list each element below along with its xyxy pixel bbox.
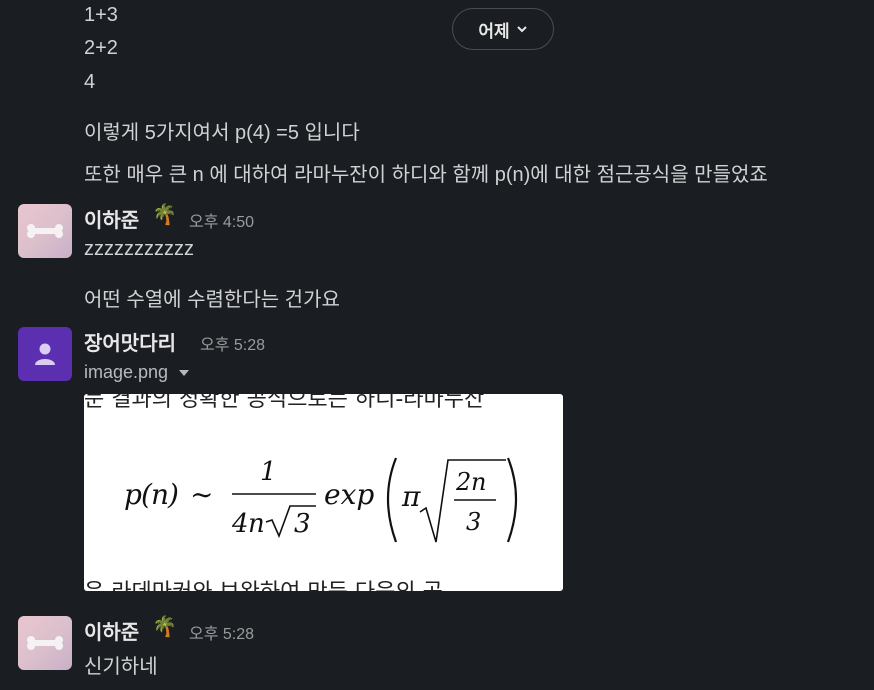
message-line: zzzzzzzzzzz [84,238,194,260]
image-attachment[interactable]: 문 결과의 정확한 공식으로는 하디-라마누잔 p ( n ) ∼ 1 4 n … [84,394,563,591]
author-name[interactable]: 장어맛다리 [84,327,176,356]
svg-text:π: π [401,480,421,513]
svg-text:3: 3 [466,508,481,536]
avatar[interactable] [18,204,72,258]
file-name: image.png [84,362,169,382]
bone-icon [27,636,63,650]
svg-text:exp: exp [324,478,374,511]
palm-tree-icon: 🌴 [152,616,177,638]
message-line: 4 [84,71,96,93]
message-timestamp[interactable]: 오후 5:28 [200,331,265,355]
day-divider-label: 어제 [478,21,510,41]
svg-text:n: n [471,468,486,496]
svg-text:3: 3 [294,509,311,539]
svg-text:p: p [124,478,142,511]
file-attachment-toggle[interactable]: image.png [84,362,190,383]
svg-text:2: 2 [455,468,471,496]
palm-tree-icon: 🌴 [152,204,177,226]
bone-icon [27,224,63,238]
image-clip-text-top: 문 결과의 정확한 공식으로는 하디-라마누잔 [84,394,485,412]
message-line: 이렇게 5가지여서 p(4) =5 입니다 [84,122,360,144]
svg-text:n: n [151,478,169,511]
message-line: 1+3 [84,4,118,26]
message-line: 2+2 [84,37,118,59]
message-line: 어떤 수열에 수렴한다는 건가요 [84,289,340,311]
svg-text:4: 4 [231,509,249,539]
image-clip-text-bottom: 은 라데마커와 보완하여 만든 다음의 공 [84,574,563,591]
message-line: 신기하네 [84,656,158,678]
message-timestamp[interactable]: 오후 5:28 [189,620,254,644]
chevron-down-icon [516,23,528,35]
asymptotic-formula: p ( n ) ∼ 1 4 n 3 exp π 2 n 3 [124,450,544,568]
day-divider-button[interactable]: 어제 [452,8,554,50]
svg-text:1: 1 [260,457,277,487]
author-name[interactable]: 이하준 [84,204,139,233]
message-line: 또한 매우 큰 n 에 대하여 라마누잔이 하디와 함께 p(n)에 대한 점근… [84,164,768,186]
user-icon [35,343,55,365]
caret-down-icon [178,369,190,377]
svg-text:n: n [248,509,265,539]
avatar[interactable] [18,327,72,381]
author-name[interactable]: 이하준 [84,616,139,645]
svg-text:∼: ∼ [190,478,213,511]
message-timestamp[interactable]: 오후 4:50 [189,208,254,232]
avatar[interactable] [18,616,72,670]
svg-text:): ) [167,478,179,511]
